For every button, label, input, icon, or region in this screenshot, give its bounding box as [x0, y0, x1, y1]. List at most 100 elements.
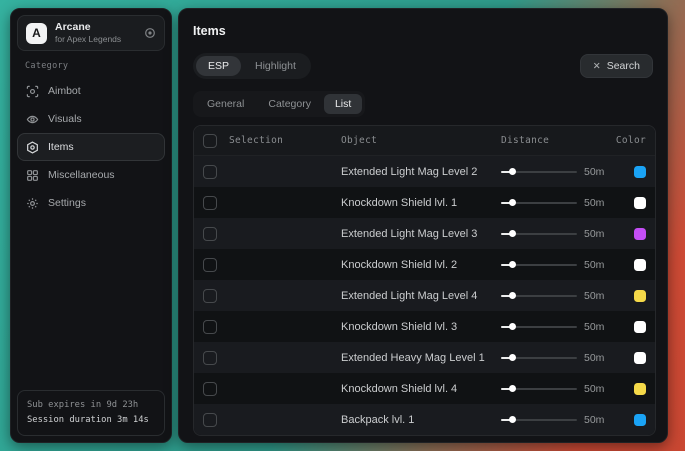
grid-icon: [26, 169, 39, 182]
object-name: Knockdown Shield lvl. 1: [341, 197, 501, 209]
items-table: Selection Object Distance Color Extended…: [193, 125, 656, 436]
distance-value: 50m: [584, 259, 604, 271]
tab-esp[interactable]: ESP: [196, 56, 241, 76]
sidebar-item-label: Visuals: [48, 113, 82, 125]
row-checkbox[interactable]: [203, 165, 217, 179]
row-checkbox[interactable]: [203, 351, 217, 365]
table-row: Knockdown Shield lvl. 2 50m: [194, 249, 655, 280]
gear-icon: [26, 197, 39, 210]
row-checkbox[interactable]: [203, 320, 217, 334]
session-duration-text: Session duration 3m 14s: [27, 413, 155, 428]
color-swatch[interactable]: [634, 259, 646, 271]
row-checkbox[interactable]: [203, 382, 217, 396]
distance-slider[interactable]: [501, 228, 577, 240]
package-icon: [26, 141, 39, 154]
distance-slider[interactable]: [501, 166, 577, 178]
row-checkbox[interactable]: [203, 196, 217, 210]
column-header-selection: Selection: [229, 135, 341, 146]
color-swatch[interactable]: [634, 414, 646, 426]
distance-value: 50m: [584, 197, 604, 209]
crosshair-icon: [26, 85, 39, 98]
distance-slider[interactable]: [501, 321, 577, 333]
object-name: Backpack lvl. 1: [341, 414, 501, 426]
distance-value: 50m: [584, 228, 604, 240]
column-header-object: Object: [341, 135, 501, 146]
color-swatch[interactable]: [634, 321, 646, 333]
distance-slider[interactable]: [501, 414, 577, 426]
sidebar-item-aimbot[interactable]: Aimbot: [17, 77, 165, 105]
distance-value: 50m: [584, 321, 604, 333]
table-row: Knockdown Shield lvl. 1 50m: [194, 187, 655, 218]
select-all-checkbox[interactable]: [203, 134, 217, 148]
sidebar-item-label: Aimbot: [48, 85, 81, 97]
subscription-info-box: Sub expires in 9d 23h Session duration 3…: [17, 390, 165, 436]
distance-slider[interactable]: [501, 352, 577, 364]
table-row: Extended Light Mag Level 3 50m: [194, 218, 655, 249]
table-row: Extended Light Mag Level 2 50m: [194, 156, 655, 187]
color-swatch[interactable]: [634, 290, 646, 302]
table-row: Backpack lvl. 1 50m: [194, 404, 655, 435]
distance-value: 50m: [584, 166, 604, 178]
main-panel: Items ESP Highlight ✕ Search General Cat…: [178, 8, 668, 443]
row-checkbox[interactable]: [203, 289, 217, 303]
object-name: Knockdown Shield lvl. 4: [341, 383, 501, 395]
topbar: ESP Highlight ✕ Search: [193, 53, 653, 79]
view-tabs: General Category List: [193, 91, 365, 117]
tab-general[interactable]: General: [196, 94, 255, 114]
row-checkbox[interactable]: [203, 258, 217, 272]
sub-expires-text: Sub expires in 9d 23h: [27, 398, 155, 413]
sidebar-item-label: Items: [48, 141, 74, 153]
page-title: Items: [193, 24, 667, 38]
table-row: Knockdown Shield lvl. 4 50m: [194, 373, 655, 404]
distance-value: 50m: [584, 352, 604, 364]
sidebar-item-visuals[interactable]: Visuals: [17, 105, 165, 133]
color-swatch[interactable]: [634, 228, 646, 240]
app-logo: A: [26, 23, 47, 44]
app-subtitle: for Apex Legends: [55, 34, 136, 45]
distance-slider[interactable]: [501, 383, 577, 395]
object-name: Knockdown Shield lvl. 2: [341, 259, 501, 271]
distance-slider[interactable]: [501, 197, 577, 209]
distance-value: 50m: [584, 414, 604, 426]
app-name: Arcane: [55, 21, 136, 34]
color-swatch[interactable]: [634, 383, 646, 395]
distance-value: 50m: [584, 383, 604, 395]
sidebar-item-label: Settings: [48, 197, 86, 209]
app-header: A Arcane for Apex Legends: [17, 15, 165, 51]
object-name: Extended Heavy Mag Level 1: [341, 352, 501, 364]
object-name: Knockdown Shield lvl. 3: [341, 321, 501, 333]
category-section-label: Category: [25, 61, 171, 71]
table-row: Extended Heavy Mag Level 1 50m: [194, 342, 655, 373]
color-swatch[interactable]: [634, 166, 646, 178]
color-swatch[interactable]: [634, 197, 646, 209]
sidebar-item-label: Miscellaneous: [48, 169, 115, 181]
pin-icon[interactable]: [144, 27, 156, 39]
object-name: Extended Light Mag Level 3: [341, 228, 501, 240]
table-row: Knockdown Shield lvl. 3 50m: [194, 311, 655, 342]
distance-slider[interactable]: [501, 259, 577, 271]
sidebar-item-items[interactable]: Items: [17, 133, 165, 161]
color-swatch[interactable]: [634, 352, 646, 364]
sidebar-item-miscellaneous[interactable]: Miscellaneous: [17, 161, 165, 189]
table-header: Selection Object Distance Color: [194, 126, 655, 156]
tab-category[interactable]: Category: [257, 94, 322, 114]
app-meta: Arcane for Apex Legends: [55, 21, 136, 45]
object-name: Extended Light Mag Level 2: [341, 166, 501, 178]
sidebar-nav: Aimbot Visuals Items Miscellaneous Setti…: [11, 77, 171, 217]
table-row: Extended Light Mag Level 4 50m: [194, 280, 655, 311]
object-name: Extended Light Mag Level 4: [341, 290, 501, 302]
search-label: Search: [607, 60, 640, 72]
x-icon: ✕: [593, 61, 601, 72]
eye-icon: [26, 113, 39, 126]
column-header-distance: Distance: [501, 135, 615, 146]
sidebar-item-settings[interactable]: Settings: [17, 189, 165, 217]
tab-list[interactable]: List: [324, 94, 362, 114]
row-checkbox[interactable]: [203, 413, 217, 427]
mode-tabs: ESP Highlight: [193, 53, 311, 79]
row-checkbox[interactable]: [203, 227, 217, 241]
distance-slider[interactable]: [501, 290, 577, 302]
sidebar: A Arcane for Apex Legends Category Aimbo…: [10, 8, 172, 443]
tab-highlight[interactable]: Highlight: [243, 56, 308, 76]
distance-value: 50m: [584, 290, 604, 302]
search-button[interactable]: ✕ Search: [580, 54, 653, 78]
